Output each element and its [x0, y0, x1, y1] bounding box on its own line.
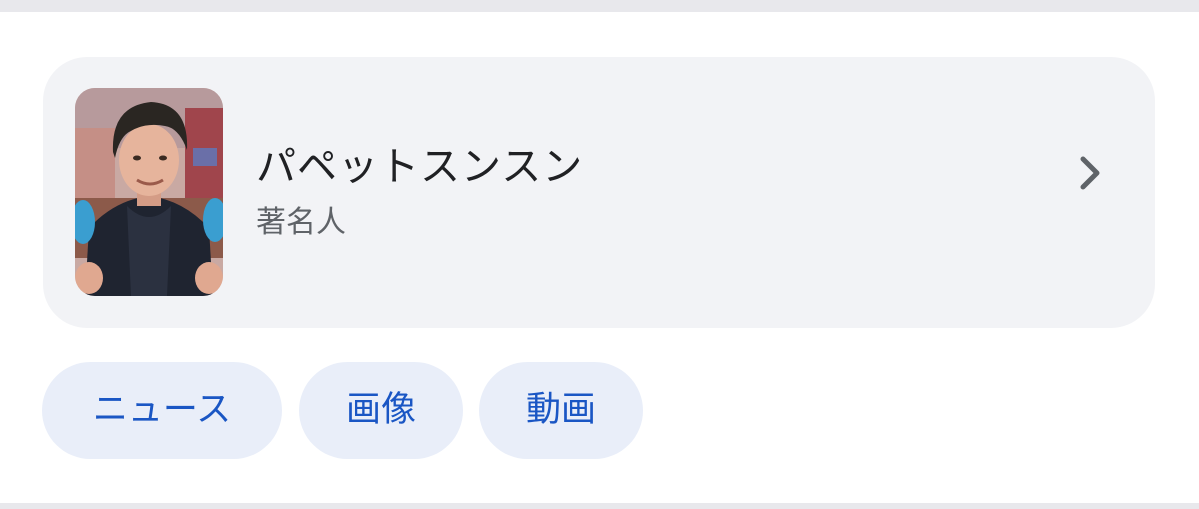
entity-type: 著名人: [256, 205, 346, 240]
entity-thumbnail: [75, 88, 223, 296]
search-result-panel: パペットスンスン 著名人 ニュース 画像 動画: [0, 0, 1199, 509]
entity-card[interactable]: パペットスンスン 著名人: [43, 57, 1155, 328]
person-photo-thumbnail: [75, 88, 223, 296]
chip-videos[interactable]: 動画: [479, 362, 643, 459]
entity-name: パペットスンスン: [256, 144, 584, 190]
chevron-right-icon[interactable]: [1075, 153, 1107, 193]
top-divider: [0, 0, 1199, 12]
bottom-divider: [0, 503, 1199, 509]
chip-news[interactable]: ニュース: [42, 362, 282, 459]
chip-images[interactable]: 画像: [299, 362, 463, 459]
